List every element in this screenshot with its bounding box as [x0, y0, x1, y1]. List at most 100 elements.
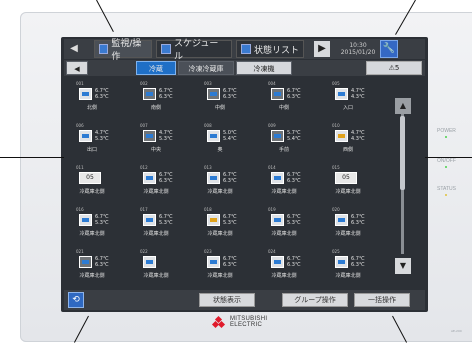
unit-tile[interactable]: 016 6.7℃ 5.3℃ 冷蔵庫北側 — [66, 206, 126, 246]
batch-operation-button[interactable]: 一括操作 — [354, 293, 410, 307]
tab-status-list[interactable]: 状態リスト — [236, 40, 304, 58]
unit-temp-current: 5.3℃ — [159, 136, 173, 142]
unit-temperatures: 6.7℃ 6.3℃ — [223, 172, 237, 184]
unit-number: 018 — [204, 207, 212, 212]
unit-temp-current: 6.3℃ — [287, 178, 301, 184]
unit-number: 013 — [204, 165, 212, 170]
status-label: STATUS — [437, 186, 456, 192]
unit-number: 022 — [140, 249, 148, 254]
unit-name: 冷蔵庫北側 — [335, 231, 361, 237]
unit-temp-current: 6.3℃ — [159, 94, 173, 100]
unit-tile[interactable]: 011 05 冷蔵庫北側 — [66, 164, 126, 204]
unit-temperatures: 4.7℃ 4.3℃ — [351, 130, 365, 142]
subtab-cold[interactable]: 冷蔵 — [136, 61, 176, 75]
scroll-up-button[interactable]: ▲ — [395, 98, 411, 114]
error-code-badge: 05 — [335, 172, 357, 184]
unit-tile[interactable]: 018 6.7℃ 5.3℃ 冷蔵庫北側 — [194, 206, 254, 246]
onoff-led — [445, 166, 447, 168]
unit-tile[interactable]: 008 5.0℃ 5.4℃ 奥 — [194, 122, 254, 162]
unit-tile[interactable]: 022 冷蔵庫北側 — [130, 248, 190, 288]
unit-temperatures: 6.7℃ 6.3℃ — [351, 256, 365, 268]
unit-tile[interactable]: 023 6.7℃ 6.3℃ 冷蔵庫北側 — [194, 248, 254, 288]
wrench-icon[interactable]: 🔧 — [380, 40, 398, 58]
unit-name: 入口 — [342, 105, 353, 111]
error-code-badge: 05 — [79, 172, 101, 184]
unit-tile[interactable]: 021 6.7℃ 6.3℃ 冷蔵庫北側 — [66, 248, 126, 288]
unit-tile[interactable]: 003 6.7℃ 6.3℃ 中側 — [194, 80, 254, 120]
unit-number: 025 — [332, 249, 340, 254]
unit-number: 002 — [140, 81, 148, 86]
unit-temperatures: 6.7℃ 6.3℃ — [95, 256, 109, 268]
unit-icon — [271, 172, 284, 184]
unit-tile[interactable]: 010 4.7℃ 4.3℃ 西側 — [322, 122, 382, 162]
unit-icon — [335, 214, 348, 226]
unit-tile[interactable]: 012 6.7℃ 6.3℃ 冷蔵庫北側 — [130, 164, 190, 204]
unit-icon — [335, 88, 348, 100]
unit-icon — [207, 130, 220, 142]
unit-tile[interactable]: 006 4.7℃ 5.3℃ 出口 — [66, 122, 126, 162]
unit-temp-current: 6.3℃ — [223, 178, 237, 184]
scroll-down-button[interactable]: ▼ — [395, 258, 411, 274]
status-display-button[interactable]: 状態表示 — [199, 293, 255, 307]
unit-temperatures: 6.7℃ 5.3℃ — [159, 214, 173, 226]
tab-next-button[interactable]: ▶ — [314, 41, 330, 57]
refresh-icon[interactable]: ⟲ — [68, 292, 84, 308]
unit-tile[interactable]: 025 6.7℃ 6.3℃ 冷蔵庫北側 — [322, 248, 382, 288]
unit-name: 冷蔵庫北側 — [207, 273, 233, 279]
group-operation-button[interactable]: グループ操作 — [282, 293, 348, 307]
unit-tile[interactable]: 017 6.7℃ 5.3℃ 冷蔵庫北側 — [130, 206, 190, 246]
unit-number: 024 — [268, 249, 276, 254]
unit-number: 011 — [76, 165, 84, 170]
subtab-freezer[interactable]: 冷凍機 — [236, 61, 292, 75]
unit-temp-current: 5.3℃ — [223, 220, 237, 226]
brand-logo: MITSUBISHI ELECTRIC — [211, 315, 267, 328]
unit-name: 冷蔵庫北側 — [207, 189, 233, 195]
unit-tile[interactable]: 020 6.7℃ 6.3℃ 冷蔵庫北側 — [322, 206, 382, 246]
unit-icon — [271, 256, 284, 268]
unit-tile[interactable]: 014 6.7℃ 6.3℃ 冷蔵庫北側 — [258, 164, 318, 204]
unit-temp-current: 6.3℃ — [95, 262, 109, 268]
unit-temp-current: 6.3℃ — [95, 94, 109, 100]
unit-icon — [271, 130, 284, 142]
unit-tile[interactable]: 005 4.7℃ 4.3℃ 入口 — [322, 80, 382, 120]
bottom-bar: ⟲ 状態表示 グループ操作 一括操作 — [64, 290, 425, 310]
unit-tile[interactable]: 002 6.7℃ 6.3℃ 南側 — [130, 80, 190, 120]
scrollbar[interactable]: ▲ ▼ — [395, 98, 411, 276]
unit-tile[interactable]: 019 6.7℃ 5.3℃ 冷蔵庫北側 — [258, 206, 318, 246]
unit-temperatures: 6.7℃ 6.3℃ — [287, 256, 301, 268]
unit-temp-current: 6.3℃ — [159, 178, 173, 184]
unit-temperatures: 4.7℃ 4.3℃ — [351, 88, 365, 100]
unit-name: 冷蔵庫北側 — [335, 273, 361, 279]
unit-temperatures: 6.7℃ 5.3℃ — [223, 214, 237, 226]
unit-temp-current: 6.3℃ — [287, 262, 301, 268]
subtab-freezer-fridge[interactable]: 冷凍冷蔵庫 — [178, 61, 234, 75]
unit-tile[interactable]: 004 6.7℃ 6.3℃ 中側 — [258, 80, 318, 120]
unit-temperatures: 4.7℃ 5.3℃ — [159, 130, 173, 142]
tab-prev-button[interactable]: ◀ — [68, 41, 80, 57]
unit-number: 001 — [76, 81, 84, 86]
unit-name: 西側 — [342, 147, 353, 153]
unit-temp-current: 5.4℃ — [223, 136, 237, 142]
unit-temp-current: 5.3℃ — [287, 220, 301, 226]
tab-monitor-operation[interactable]: 監視/操作 — [94, 39, 152, 62]
onoff-label: ON/OFF — [437, 158, 456, 164]
tab-schedule[interactable]: スケジュール — [156, 39, 232, 62]
unit-temperatures: 6.7℃ 6.3℃ — [95, 88, 109, 100]
unit-tile[interactable]: 024 6.7℃ 6.3℃ 冷蔵庫北側 — [258, 248, 318, 288]
warning-count[interactable]: ⚠5 — [366, 61, 422, 75]
unit-temperatures: 6.7℃ 5.3℃ — [287, 214, 301, 226]
unit-tile[interactable]: 001 6.7℃ 6.3℃ 北側 — [66, 80, 126, 120]
unit-tile[interactable]: 007 4.7℃ 5.3℃ 中央 — [130, 122, 190, 162]
datetime-display: 10:30 2015/01/20 — [340, 42, 376, 56]
unit-number: 009 — [268, 123, 276, 128]
unit-icon — [143, 88, 156, 100]
unit-temp-current: 5.4℃ — [287, 136, 301, 142]
unit-tile[interactable]: 013 6.7℃ 6.3℃ 冷蔵庫北側 — [194, 164, 254, 204]
callout-line — [0, 157, 64, 158]
unit-temperatures: 6.7℃ 6.3℃ — [159, 88, 173, 100]
unit-tile[interactable]: 009 5.7℃ 5.4℃ 手前 — [258, 122, 318, 162]
subtab-prev-button[interactable]: ◀ — [66, 61, 88, 75]
unit-icon — [271, 214, 284, 226]
unit-tile[interactable]: 015 05 冷蔵庫北側 — [322, 164, 382, 204]
scroll-thumb[interactable] — [400, 116, 405, 190]
